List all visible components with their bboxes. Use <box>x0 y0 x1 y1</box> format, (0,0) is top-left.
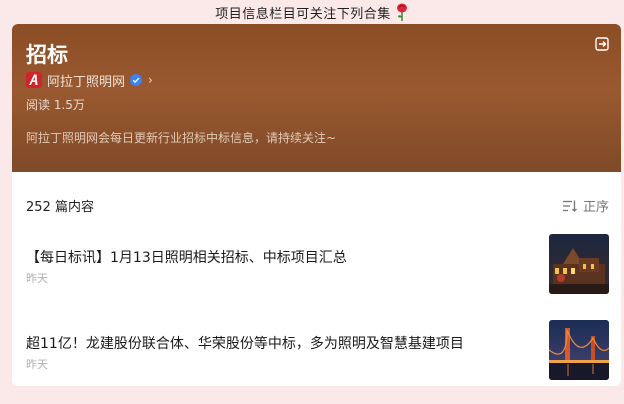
collection-card: 招标 阿拉丁照明网 › 阅读 1.5万 阿拉丁照明网会每日更新行业招标中标信息，… <box>12 24 621 386</box>
collection-title: 招标 <box>26 43 68 67</box>
lit-bridge-image <box>549 320 609 380</box>
article-item[interactable]: 超11亿！龙建股份联合体、华荣股份等中标，多为照明及智慧基建项目 昨天 <box>12 320 621 380</box>
chevron-right-icon: › <box>148 73 153 87</box>
article-date: 昨天 <box>26 272 48 285</box>
collection-banner: 项目信息栏目可关注下列合集 <box>0 0 624 24</box>
article-title: 超11亿！龙建股份联合体、华荣股份等中标，多为照明及智慧基建项目 <box>26 336 464 352</box>
author-name: 阿拉丁照明网 <box>47 74 126 90</box>
article-count: 252 篇内容 <box>26 200 94 215</box>
article-item[interactable]: 【每日标讯】1月13日照明相关招标、中标项目汇总 昨天 <box>12 234 621 294</box>
banner-text: 项目信息栏目可关注下列合集 <box>215 6 391 22</box>
article-title: 【每日标讯】1月13日照明相关招标、中标项目汇总 <box>26 250 347 266</box>
article-date: 昨天 <box>26 358 48 371</box>
article-list-panel: 252 篇内容 正序 【每日标讯】1月13日照明相关招标、中标项目汇总 昨天 超… <box>12 172 621 386</box>
collection-header: 招标 阿拉丁照明网 › 阅读 1.5万 阿拉丁照明网会每日更新行业招标中标信息，… <box>12 24 621 172</box>
collection-description: 阿拉丁照明网会每日更新行业招标中标信息，请持续关注~ <box>26 131 337 145</box>
rose-icon <box>396 3 407 21</box>
read-count: 阅读 1.5万 <box>26 98 85 112</box>
author-link[interactable]: 阿拉丁照明网 › <box>26 71 153 90</box>
brand-logo-icon <box>26 72 42 88</box>
sort-label: 正序 <box>582 200 609 215</box>
exit-icon[interactable] <box>595 37 609 51</box>
sort-button[interactable]: 正序 <box>562 196 609 215</box>
night-building-image <box>549 234 609 294</box>
verified-badge-icon <box>130 74 143 86</box>
sort-icon <box>562 200 577 212</box>
